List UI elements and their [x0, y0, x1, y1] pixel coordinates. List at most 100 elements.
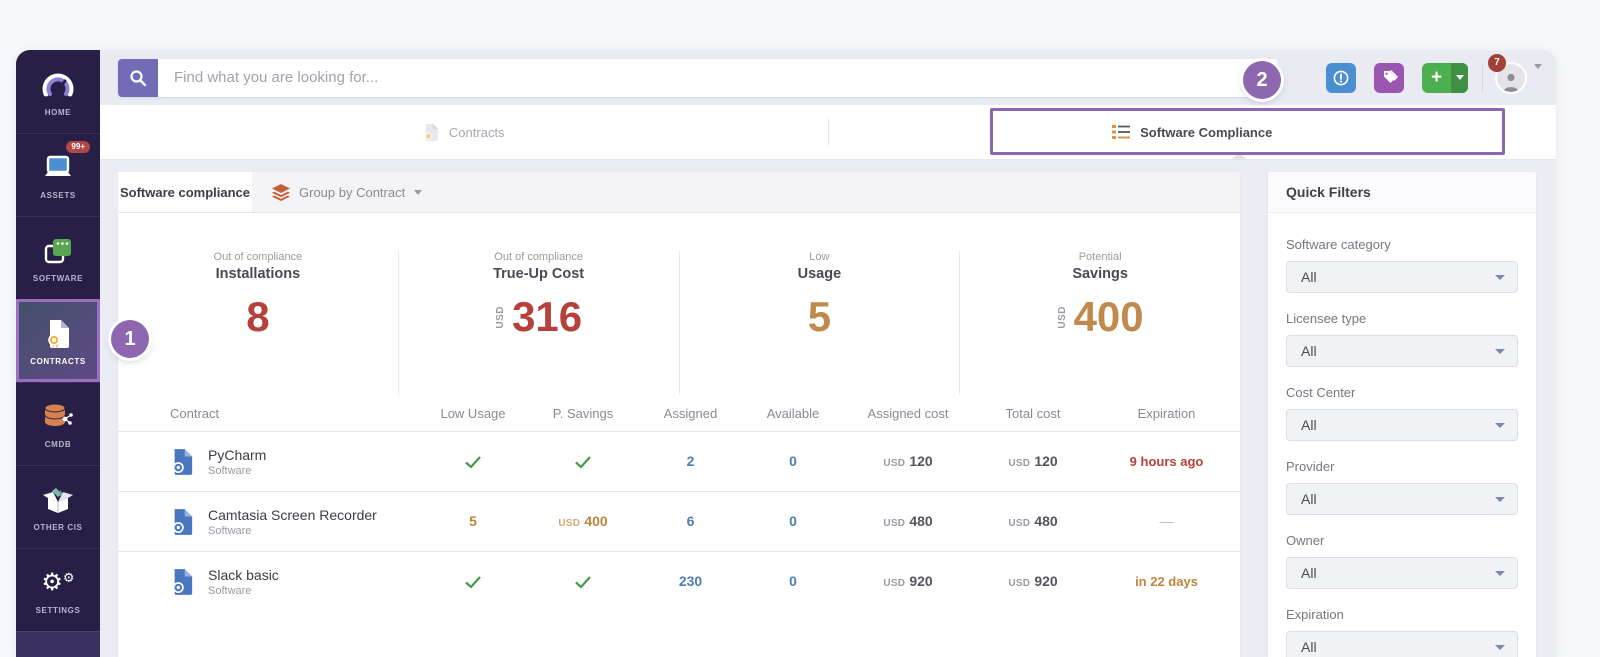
search-input[interactable]: [158, 59, 1278, 97]
chevron-down-icon: [1495, 349, 1505, 354]
p-savings-value: 400: [584, 513, 607, 529]
contract-doc-icon: [423, 123, 439, 142]
filter-select-software-category[interactable]: All: [1286, 261, 1518, 293]
filter-select-cost-center[interactable]: All: [1286, 409, 1518, 441]
chevron-down-icon: [1495, 497, 1505, 502]
contract-name: Slack basic: [208, 567, 279, 583]
sidebar: HOME 99+ ASSETS SOFTWARE: [16, 50, 100, 657]
annotation-step-1: 1: [111, 320, 149, 358]
filter-select-owner[interactable]: All: [1286, 557, 1518, 589]
user-menu[interactable]: 7: [1495, 62, 1527, 94]
contract-doc-icon: [170, 508, 194, 536]
filter-licensee-type: Licensee type All: [1286, 311, 1518, 367]
sidebar-item-label: SOFTWARE: [33, 274, 83, 283]
check-icon: [574, 455, 592, 469]
currency-label: USD: [883, 578, 905, 589]
table-row-camtasia[interactable]: Camtasia Screen Recorder Software 5 USD4…: [118, 491, 1240, 551]
currency-label: USD: [1008, 518, 1030, 529]
sidebar-item-cmdb[interactable]: CMDB: [16, 382, 100, 465]
filter-expiration: Expiration All: [1286, 607, 1518, 657]
app-window: HOME 99+ ASSETS SOFTWARE: [16, 50, 1556, 657]
tab-software-compliance[interactable]: Software Compliance: [829, 105, 1557, 159]
search-icon: [129, 69, 147, 87]
currency-label: USD: [1008, 578, 1030, 589]
gear-icon: ⚙⚙: [41, 565, 74, 601]
table-header: Contract Low Usage P. Savings Assigned A…: [118, 395, 1240, 431]
sidebar-item-other-cis[interactable]: OTHER CIs: [16, 465, 100, 548]
contract-icon: [45, 316, 71, 352]
filter-select-provider[interactable]: All: [1286, 483, 1518, 515]
alerts-button[interactable]: [1326, 63, 1356, 93]
assigned-value: 2: [687, 453, 695, 469]
subtabs: Software compliance Group by Contract: [118, 172, 1240, 213]
plus-icon: +: [1422, 63, 1451, 93]
col-assigned: Assigned: [638, 406, 743, 421]
sidebar-item-assets[interactable]: 99+ ASSETS: [16, 133, 100, 216]
currency-label: USD: [495, 306, 506, 329]
filter-label: Licensee type: [1286, 311, 1518, 326]
contract-category: Software: [208, 525, 377, 537]
filter-value: All: [1301, 491, 1495, 507]
add-dropdown-caret[interactable]: [1451, 63, 1468, 93]
subtab-software-compliance[interactable]: Software compliance: [118, 172, 252, 212]
available-value: 0: [789, 513, 797, 529]
alert-icon: [1333, 70, 1349, 86]
tags-button[interactable]: [1374, 63, 1404, 93]
stat-value: 8: [246, 296, 269, 338]
active-tab-indicator: [1232, 152, 1246, 159]
check-icon: [464, 575, 482, 589]
topbar: + 7: [100, 50, 1556, 105]
layers-icon: [272, 184, 290, 201]
expiration-value: —: [1160, 513, 1174, 529]
stats-row: Out of compliance Installations 8 Out of…: [118, 213, 1240, 395]
quick-filters-title: Quick Filters: [1268, 172, 1536, 213]
currency-label: USD: [1057, 306, 1068, 329]
search-button[interactable]: [118, 59, 158, 97]
table-row-slack[interactable]: Slack basic Software 230 0 USD920 USD920…: [118, 551, 1240, 611]
topbar-divider: [1482, 63, 1483, 93]
sidebar-item-label: SETTINGS: [36, 606, 81, 615]
filter-select-licensee-type[interactable]: All: [1286, 335, 1518, 367]
filter-label: Provider: [1286, 459, 1518, 474]
col-total-cost: Total cost: [973, 406, 1093, 421]
sidebar-item-home[interactable]: HOME: [16, 50, 100, 133]
sidebar-item-contracts[interactable]: CONTRACTS: [16, 299, 100, 382]
currency-label: USD: [558, 518, 580, 529]
check-icon: [574, 575, 592, 589]
stat-potential-savings: Potential Savings USD 400: [959, 251, 1240, 395]
compliance-card-body: Out of compliance Installations 8 Out of…: [118, 213, 1240, 657]
sidebar-item-settings[interactable]: ⚙⚙ SETTINGS: [16, 548, 100, 631]
total-cost-value: 480: [1034, 513, 1057, 529]
assets-count-badge: 99+: [66, 141, 90, 153]
sidebar-item-label: CONTRACTS: [30, 357, 86, 366]
assigned-cost-value: 480: [909, 513, 932, 529]
chevron-down-icon: [1495, 571, 1505, 576]
tab-contracts[interactable]: Contracts: [100, 105, 828, 159]
sidebar-item-software[interactable]: SOFTWARE: [16, 216, 100, 299]
sidebar-item-label: CMDB: [45, 440, 71, 449]
group-by-dropdown[interactable]: Group by Contract: [252, 172, 442, 212]
check-icon: [464, 455, 482, 469]
contract-name: Camtasia Screen Recorder: [208, 507, 377, 523]
contract-category: Software: [208, 465, 266, 477]
user-menu-caret[interactable]: [1534, 69, 1542, 87]
sidebar-item-label: ASSETS: [40, 191, 76, 200]
contract-name: PyCharm: [208, 447, 266, 463]
filter-select-expiration[interactable]: All: [1286, 631, 1518, 657]
assigned-cost-value: 920: [909, 573, 932, 589]
table-row-pycharm[interactable]: PyCharm Software 2 0 USD120 USD120 9 hou…: [118, 431, 1240, 491]
compliance-table: Contract Low Usage P. Savings Assigned A…: [118, 395, 1240, 611]
tab-label: Software Compliance: [1140, 125, 1272, 140]
col-low-usage: Low Usage: [418, 406, 528, 421]
box-icon: [42, 482, 74, 518]
chevron-down-icon: [1495, 423, 1505, 428]
software-icon: [43, 233, 73, 269]
stat-installations: Out of compliance Installations 8: [118, 251, 398, 395]
filter-label: Owner: [1286, 533, 1518, 548]
assigned-value: 230: [679, 573, 702, 589]
filter-label: Software category: [1286, 237, 1518, 252]
content-area: Software compliance Group by Contract: [100, 160, 1556, 657]
add-button[interactable]: +: [1422, 63, 1468, 93]
filter-label: Expiration: [1286, 607, 1518, 622]
tags-icon: [1381, 69, 1398, 86]
